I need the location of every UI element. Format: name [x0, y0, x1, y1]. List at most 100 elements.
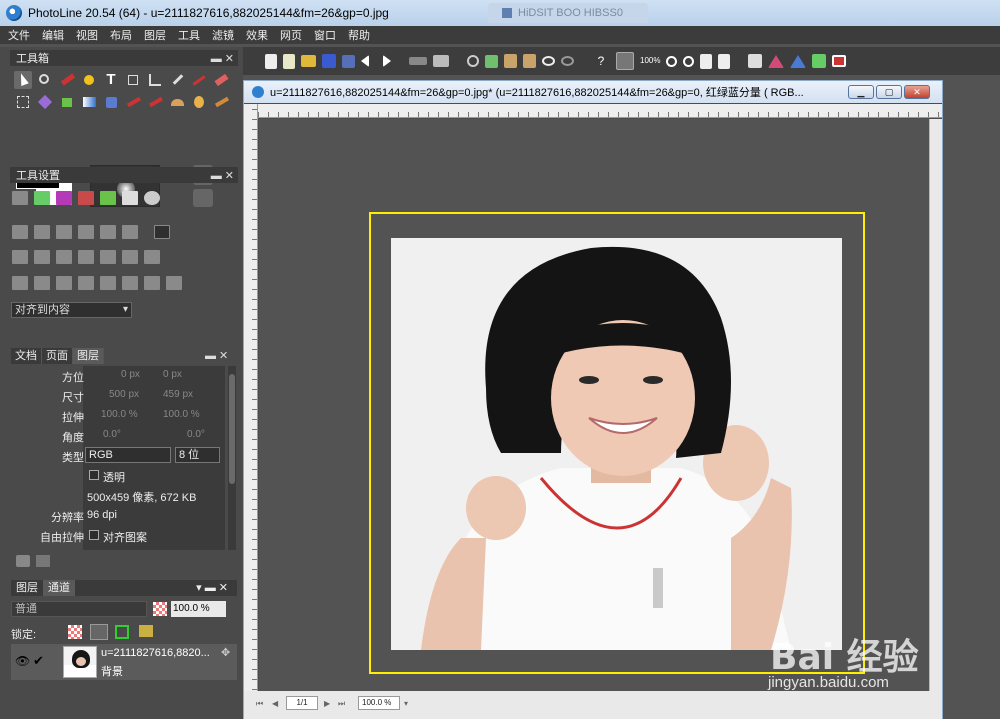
next-page-icon[interactable]: ▶: [324, 699, 330, 708]
cursor-option-icon[interactable]: [122, 191, 138, 205]
menu-web[interactable]: 网页: [280, 27, 302, 43]
measure-icon[interactable]: [616, 52, 634, 70]
distribute-icon-6[interactable]: [122, 250, 138, 264]
prev-page-icon[interactable]: ◀: [272, 699, 278, 708]
space-icon-7[interactable]: [144, 276, 160, 290]
smudge-tool[interactable]: [124, 93, 142, 111]
space-icon-5[interactable]: [100, 276, 116, 290]
lock-position-icon[interactable]: [90, 624, 108, 640]
distribute-icon-5[interactable]: [100, 250, 116, 264]
resolution-value[interactable]: 96 dpi: [87, 509, 117, 521]
align-right-icon[interactable]: [56, 225, 72, 239]
undo-icon[interactable]: [542, 56, 555, 66]
align-vcenter-icon[interactable]: [100, 225, 116, 239]
scan-icon[interactable]: [409, 57, 427, 65]
brush-small-icon[interactable]: [36, 555, 50, 567]
align-pattern-checkbox[interactable]: [89, 530, 99, 540]
option-icon-4[interactable]: [78, 191, 94, 205]
maximize-button[interactable]: ▢: [876, 85, 902, 99]
gradient-tool[interactable]: [80, 93, 98, 111]
space-icon-8[interactable]: [166, 276, 182, 290]
document-vertical-scrollbar[interactable]: [929, 119, 942, 691]
zoom-level[interactable]: 100.0 %: [358, 696, 400, 710]
save-icon[interactable]: [342, 54, 355, 68]
distribute-icon-1[interactable]: [12, 250, 28, 264]
print-icon[interactable]: [433, 55, 449, 67]
horizontal-ruler[interactable]: [258, 104, 942, 118]
space-icon-1[interactable]: [12, 276, 28, 290]
menu-help[interactable]: 帮助: [348, 27, 370, 43]
visibility-eye-icon[interactable]: 👁: [15, 654, 30, 668]
panel-controls[interactable]: ▬ ✕: [205, 349, 228, 362]
gear-icon[interactable]: [144, 191, 160, 205]
transparent-checkbox[interactable]: [89, 470, 99, 480]
option-icon-1[interactable]: [12, 191, 28, 205]
paste-icon[interactable]: [504, 54, 517, 68]
menu-window[interactable]: 窗口: [314, 27, 336, 43]
stretch-x[interactable]: 100.0 %: [101, 409, 138, 420]
clone-tool[interactable]: [102, 93, 120, 111]
background-window-tab[interactable]: HiDSIT BOO HIBSS0: [488, 3, 648, 23]
position-y[interactable]: 0 px: [163, 369, 182, 380]
space-icon-2[interactable]: [34, 276, 50, 290]
panel-controls[interactable]: ▬ ✕: [211, 52, 234, 65]
align-menu-icon[interactable]: [154, 225, 170, 239]
new-document-icon[interactable]: [265, 53, 277, 69]
tab-page[interactable]: 页面: [42, 348, 73, 364]
flag-icon[interactable]: [832, 55, 847, 67]
shape-tool[interactable]: [80, 71, 98, 89]
star-brush-tool[interactable]: [212, 93, 230, 111]
help-icon[interactable]: ?: [592, 52, 610, 70]
zoom-100-button[interactable]: 100%: [640, 52, 660, 70]
back-arrow-icon[interactable]: [361, 55, 369, 67]
tab-channels[interactable]: 通道: [43, 580, 75, 596]
space-icon-3[interactable]: [56, 276, 72, 290]
menu-layout[interactable]: 布局: [110, 27, 132, 43]
size-height[interactable]: 459 px: [163, 389, 193, 400]
pencil-tool[interactable]: [190, 71, 208, 89]
space-icon-4[interactable]: [78, 276, 94, 290]
size-width[interactable]: 500 px: [109, 389, 139, 400]
crop-tool[interactable]: [146, 71, 164, 89]
eyedropper-tool[interactable]: [168, 71, 186, 89]
paste-special-icon[interactable]: [523, 54, 536, 68]
align-to-select[interactable]: 对齐到内容: [11, 302, 132, 318]
panel-controls[interactable]: ▾ ▬ ✕: [191, 580, 233, 596]
menu-file[interactable]: 文件: [8, 27, 30, 43]
option-icon-3[interactable]: [56, 191, 72, 205]
distribute-icon-3[interactable]: [56, 250, 72, 264]
option-icon-2[interactable]: [34, 191, 50, 205]
angle-a[interactable]: 0.0°: [103, 429, 121, 440]
distribute-icon-4[interactable]: [78, 250, 94, 264]
magnify-tool[interactable]: [36, 71, 54, 89]
align-left-icon[interactable]: [12, 225, 28, 239]
lock-paint-icon[interactable]: [139, 625, 153, 637]
lock-transparency-icon[interactable]: [68, 625, 82, 639]
layer-check-icon[interactable]: ✔: [33, 653, 44, 669]
paint-bucket-tool[interactable]: [58, 93, 76, 111]
open-folder-icon[interactable]: [301, 55, 316, 67]
grid-icon[interactable]: [322, 54, 336, 68]
copy-icon[interactable]: [485, 54, 498, 68]
distribute-icon-2[interactable]: [34, 250, 50, 264]
zoom-out-icon[interactable]: [683, 55, 695, 67]
eraser-tool[interactable]: [212, 71, 230, 89]
menu-edit[interactable]: 编辑: [42, 27, 64, 43]
tab-layer[interactable]: 图层: [73, 348, 104, 364]
tab-layers[interactable]: 图层: [11, 580, 43, 596]
minimize-button[interactable]: ▁: [848, 85, 874, 99]
text-tool[interactable]: T: [102, 71, 120, 89]
color-type-select[interactable]: RGB: [85, 447, 171, 463]
selection-frame[interactable]: [369, 212, 865, 674]
align-hcenter-icon[interactable]: [34, 225, 50, 239]
option-icon-5[interactable]: [100, 191, 116, 205]
cut-icon[interactable]: [467, 55, 479, 67]
align-bottom-icon[interactable]: [122, 225, 138, 239]
crop-icon[interactable]: [748, 54, 763, 68]
position-x[interactable]: 0 px: [121, 369, 140, 380]
zoom-dropdown-icon[interactable]: ▾: [404, 699, 408, 708]
select-mode-icon[interactable]: [193, 189, 213, 207]
opacity-input[interactable]: 100.0 %: [171, 601, 226, 617]
fit-width-icon[interactable]: [718, 53, 731, 69]
canvas-workspace[interactable]: [259, 119, 929, 691]
